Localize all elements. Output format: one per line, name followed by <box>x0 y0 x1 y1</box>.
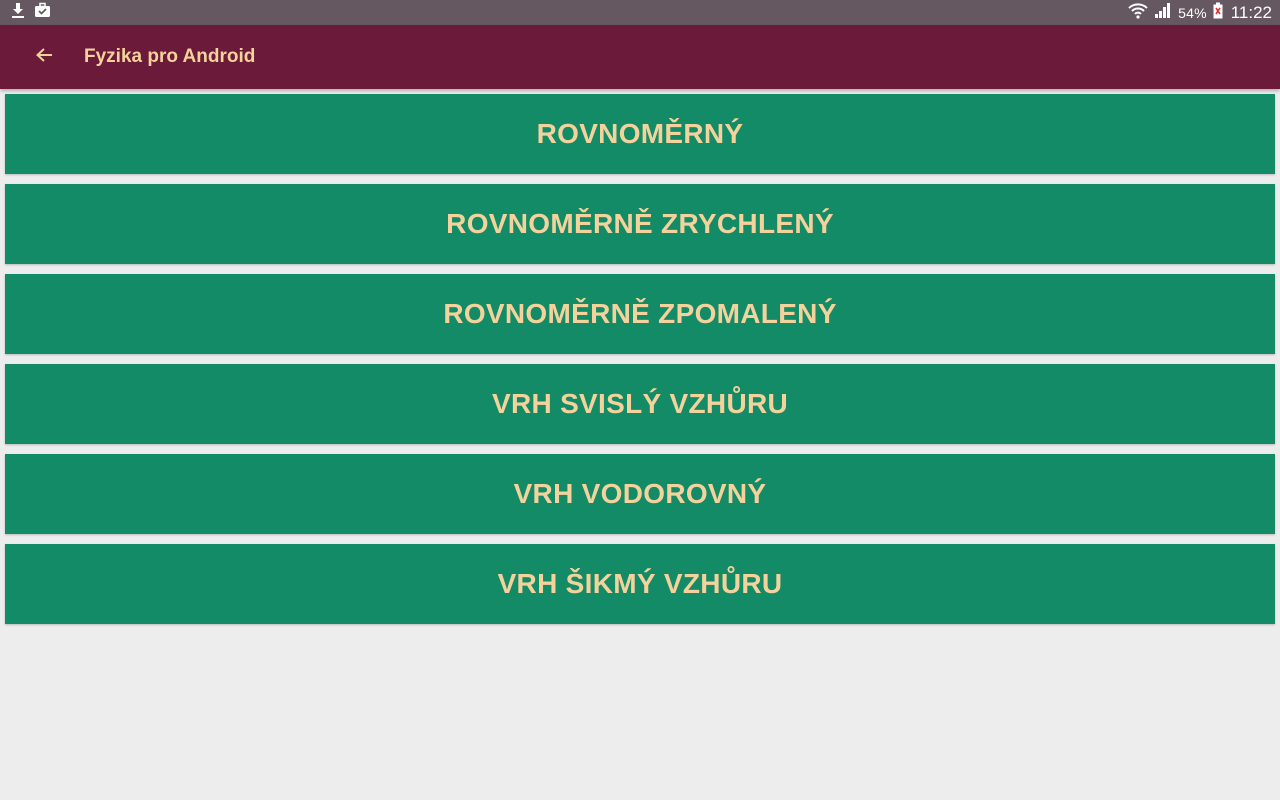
status-bar-system: 54% 11:22 <box>1128 2 1272 24</box>
menu-button-rovnomerne-zrychleny[interactable]: ROVNOMĚRNĚ ZRYCHLENÝ <box>5 184 1275 264</box>
signal-icon <box>1154 2 1172 24</box>
menu-button-vrh-svisly-vzhuru[interactable]: VRH SVISLÝ VZHŮRU <box>5 364 1275 444</box>
back-button[interactable] <box>14 25 74 89</box>
menu-button-vrh-sikmy-vzhuru[interactable]: VRH ŠIKMÝ VZHŮRU <box>5 544 1275 624</box>
app-bar: Fyzika pro Android <box>0 25 1280 89</box>
status-bar: 54% 11:22 <box>0 0 1280 25</box>
wifi-icon <box>1128 2 1148 24</box>
arrow-left-icon <box>35 47 53 68</box>
motion-type-list: ROVNOMĚRNÝ ROVNOMĚRNĚ ZRYCHLENÝ ROVNOMĚR… <box>5 94 1275 634</box>
status-bar-notifications <box>10 2 51 24</box>
briefcase-icon <box>34 2 51 24</box>
battery-icon <box>1213 2 1223 24</box>
status-clock: 11:22 <box>1230 2 1272 22</box>
download-icon <box>10 2 26 24</box>
app-title: Fyzika pro Android <box>84 46 256 67</box>
menu-button-vrh-vodorovny[interactable]: VRH VODOROVNÝ <box>5 454 1275 534</box>
menu-button-rovnomerny[interactable]: ROVNOMĚRNÝ <box>5 94 1275 174</box>
battery-percentage: 54% <box>1178 4 1207 21</box>
menu-button-rovnomerne-zpomaleny[interactable]: ROVNOMĚRNĚ ZPOMALENÝ <box>5 274 1275 354</box>
